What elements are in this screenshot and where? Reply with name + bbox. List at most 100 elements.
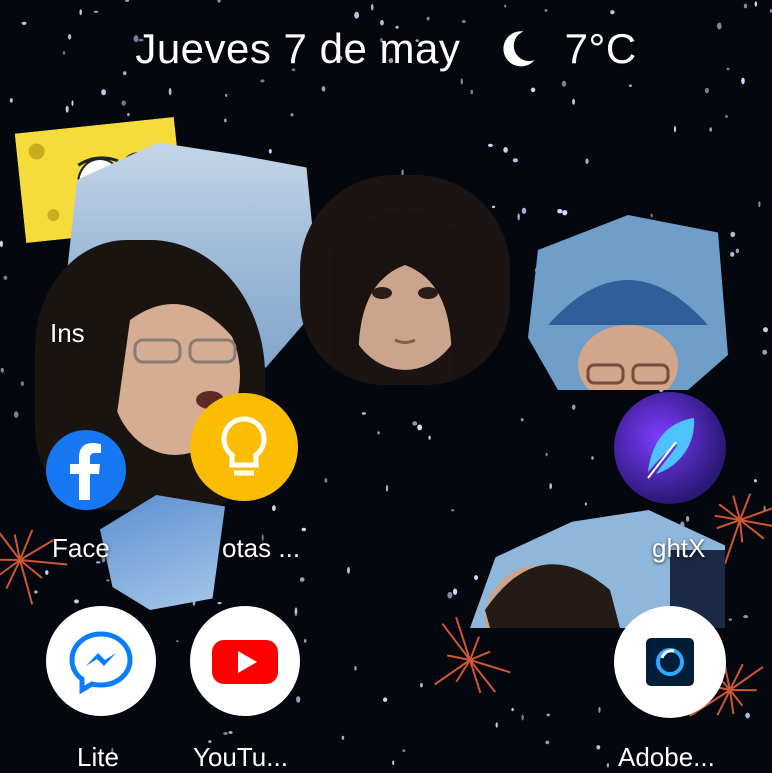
sparkle	[754, 479, 757, 482]
sparkle	[74, 599, 79, 603]
sparkle	[557, 209, 562, 213]
sparkle	[354, 12, 359, 19]
app-label-messenger-lite: Lite	[77, 742, 119, 773]
sparkle	[66, 106, 69, 113]
sparkle	[545, 9, 548, 12]
sparkle	[686, 516, 689, 522]
youtube-play-icon	[190, 606, 300, 716]
sparkle	[744, 4, 747, 9]
sparkle	[420, 683, 423, 687]
sparkle	[121, 100, 126, 105]
sparkle	[504, 5, 506, 8]
sparkle	[488, 144, 493, 147]
app-label-facebook: Face	[52, 533, 110, 564]
sparkle	[470, 90, 473, 94]
sparkle	[377, 431, 379, 434]
sparkle	[392, 761, 394, 765]
sparkle	[10, 98, 13, 103]
sparkle	[562, 81, 566, 87]
sparkle	[730, 252, 734, 257]
sparkle	[453, 589, 457, 595]
sparkle	[402, 749, 405, 752]
sparkle	[290, 113, 293, 116]
sparkle	[492, 206, 495, 208]
sparkle	[496, 722, 498, 727]
lightx-app[interactable]	[614, 392, 726, 504]
sparkle	[629, 85, 632, 87]
temperature-text: 7°C	[565, 25, 637, 72]
feather-icon	[614, 392, 726, 504]
lightbulb-icon	[190, 393, 298, 501]
sparkle	[725, 115, 728, 118]
sparkle	[729, 618, 732, 620]
sparkle	[269, 149, 272, 154]
sparkle	[101, 89, 106, 95]
sparkle	[598, 707, 600, 713]
sparkle	[272, 505, 276, 511]
sparkle	[549, 483, 552, 489]
sparkle	[229, 731, 233, 734]
youtube-app[interactable]	[190, 606, 300, 716]
sparkle	[412, 421, 417, 425]
sparkle	[304, 639, 307, 643]
app-label-notas: otas ...	[222, 533, 300, 564]
sparkle	[591, 456, 593, 459]
sparkle	[517, 213, 520, 220]
sparkle	[545, 741, 549, 745]
sparkle	[607, 763, 609, 767]
sparkle	[302, 528, 306, 531]
facebook-app[interactable]	[46, 430, 126, 510]
sparkle	[4, 276, 8, 280]
sparkle	[511, 708, 513, 711]
sparkle	[1, 368, 4, 373]
sparkle	[522, 208, 527, 214]
sparkle	[72, 100, 74, 106]
app-label-lightx: ghtX	[652, 533, 706, 564]
sparkle	[223, 732, 227, 734]
sparkle	[610, 10, 614, 14]
sparkle	[572, 405, 576, 410]
sparkle	[461, 78, 463, 84]
sparkle	[176, 640, 179, 642]
sparkle	[0, 241, 3, 247]
sparkle	[745, 713, 750, 719]
app-label-instagram: Ins	[50, 318, 85, 349]
sparkle	[224, 119, 226, 123]
sparkle	[674, 126, 676, 132]
sparkle	[736, 249, 739, 254]
sparkle	[755, 1, 757, 6]
sparkle	[546, 453, 548, 456]
sparkle	[758, 201, 760, 207]
messenger-lightning-icon	[46, 606, 156, 716]
photo-cutout-woman-center	[300, 175, 510, 385]
sparkle	[546, 714, 550, 717]
sparkle	[362, 412, 366, 414]
date-weather-widget[interactable]: Jueves 7 de may 7°C	[0, 22, 772, 73]
sparkle	[474, 575, 478, 580]
sparkle	[218, 602, 222, 604]
sparkle	[342, 736, 345, 740]
sparkle	[354, 666, 356, 671]
sparkle	[705, 88, 709, 94]
sparkle	[763, 327, 768, 332]
adobe-photoshop-express-icon	[614, 606, 726, 718]
sparkle	[562, 210, 567, 215]
sparkle	[347, 567, 350, 574]
notas-app[interactable]	[190, 393, 298, 501]
adobe-app[interactable]	[614, 606, 726, 718]
sparkle	[447, 592, 452, 599]
sparkle	[322, 86, 326, 91]
sparkle	[513, 158, 518, 162]
sparkle	[427, 17, 430, 21]
sparkle	[741, 78, 745, 85]
sparkle	[383, 698, 387, 702]
sparkle	[428, 436, 430, 440]
sparkle	[371, 4, 374, 10]
messenger-lite-app[interactable]	[46, 606, 156, 716]
sparkle	[225, 94, 227, 97]
sparkle	[762, 350, 767, 355]
sparkle	[709, 127, 712, 132]
sparkle	[79, 9, 82, 15]
sparkle	[572, 99, 575, 105]
sparkle	[521, 715, 524, 721]
